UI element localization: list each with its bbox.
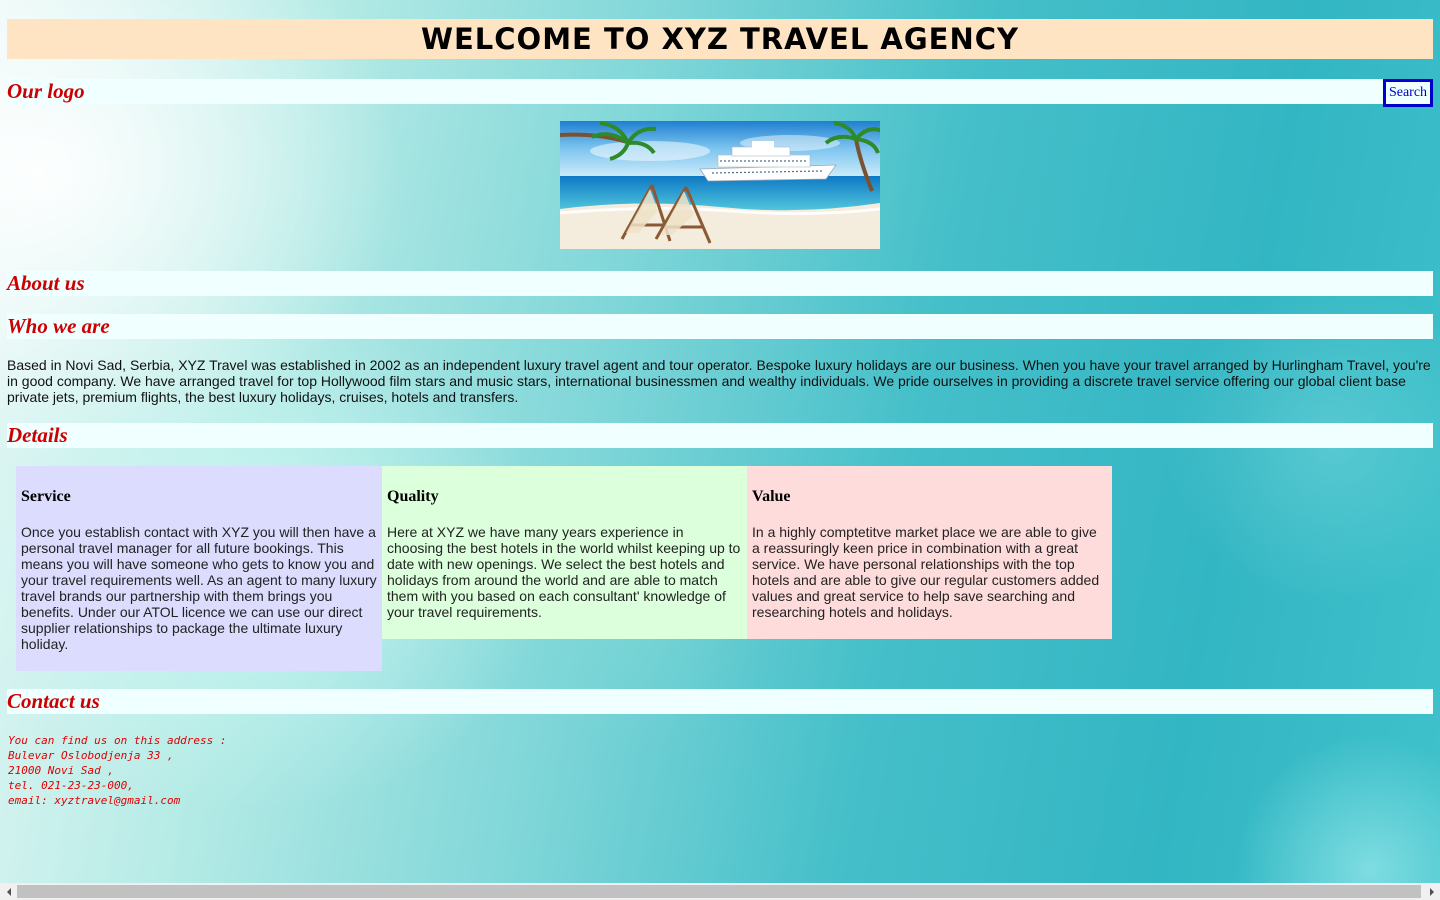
card-text: Here at XYZ we have many years experienc…	[387, 524, 741, 620]
section-heading: About us	[7, 271, 85, 295]
section-heading: Contact us	[7, 689, 100, 713]
card-text: Once you establish contact with XYZ you …	[21, 524, 377, 652]
scroll-right-icon[interactable]	[1423, 883, 1440, 900]
beach-cruise-illustration	[560, 121, 880, 249]
section-contact: Contact us	[7, 689, 1433, 714]
value-card: Value In a highly comptetitve market pla…	[747, 466, 1112, 639]
quality-card: Quality Here at XYZ we have many years e…	[382, 466, 747, 639]
service-card: Service Once you establish contact with …	[16, 466, 382, 671]
logo-bar: Our logo	[7, 79, 1433, 104]
hero-image	[560, 121, 880, 249]
contact-line: 21000 Novi Sad ,	[8, 764, 114, 777]
section-details: Details	[7, 423, 1433, 448]
logo-label: Our logo	[7, 79, 85, 103]
horizontal-scrollbar[interactable]	[0, 883, 1440, 900]
card-title: Service	[21, 488, 71, 505]
scroll-left-icon[interactable]	[0, 883, 17, 900]
intro-paragraph: Based in Novi Sad, Serbia, XYZ Travel wa…	[7, 357, 1431, 405]
section-about: About us	[7, 271, 1433, 296]
page-header: WELCOME TO XYZ TRAVEL AGENCY	[7, 19, 1433, 59]
section-heading: Who we are	[7, 314, 110, 338]
search-button[interactable]: Search	[1383, 79, 1433, 107]
page-title: WELCOME TO XYZ TRAVEL AGENCY	[420, 22, 1020, 56]
section-who: Who we are	[7, 314, 1433, 339]
card-text: In a highly comptetitve market place we …	[752, 524, 1100, 620]
contact-email[interactable]: email: xyztravel@gmail.com	[8, 793, 227, 808]
card-title: Quality	[387, 488, 439, 505]
card-title: Value	[752, 488, 791, 505]
contact-line: Bulevar Oslobodjenja 33 ,	[8, 749, 174, 762]
scrollbar-thumb[interactable]	[17, 885, 1421, 898]
section-heading: Details	[7, 423, 68, 447]
contact-line: tel. 021-23-23-000,	[8, 779, 134, 792]
contact-line: You can find us on this address :	[8, 734, 227, 747]
contact-address: You can find us on this address : Buleva…	[8, 733, 227, 808]
